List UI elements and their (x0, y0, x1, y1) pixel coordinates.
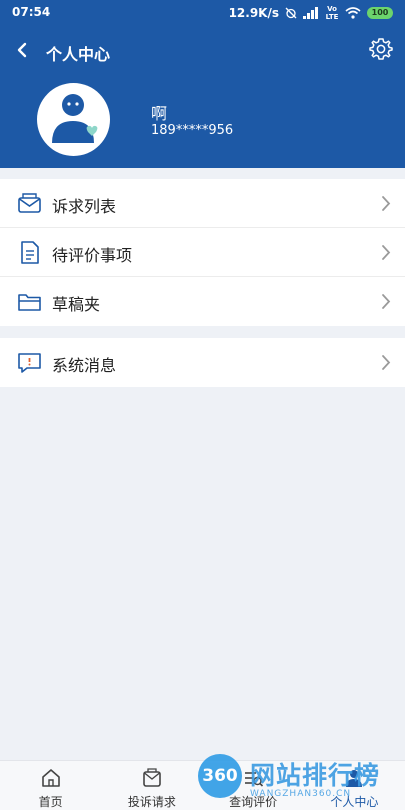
network-speed: 12.9K/s (228, 6, 279, 20)
complaint-icon (143, 768, 161, 787)
menu-item-pending-evaluation[interactable]: 待评价事项 (0, 228, 405, 277)
tab-complaint[interactable]: 投诉请求 (101, 761, 202, 810)
menu-item-system-messages[interactable]: 系统消息 (0, 338, 405, 387)
back-button[interactable] (8, 36, 36, 64)
tab-profile[interactable]: 个人中心 (304, 761, 405, 810)
person-icon (346, 770, 363, 787)
menu-label: 草稿夹 (52, 295, 101, 314)
profile-header: 07:54 12.9K/s Vo LTE 100 个人中心 啊 189*****… (0, 0, 405, 168)
tab-label: 查询评价 (229, 795, 278, 809)
message-icon (18, 353, 41, 373)
tab-label: 首页 (38, 795, 63, 809)
menu-item-drafts[interactable]: 草稿夹 (0, 277, 405, 326)
status-time: 07:54 (12, 5, 51, 19)
chevron-right-icon (382, 355, 391, 370)
nav-bar: 个人中心 (0, 30, 405, 74)
alarm-off-icon (285, 7, 297, 19)
user-name: 啊 (151, 104, 168, 123)
tab-home[interactable]: 首页 (0, 761, 101, 810)
signal-icon (303, 7, 318, 19)
chevron-left-icon (17, 42, 27, 58)
chevron-right-icon (382, 294, 391, 309)
settings-button[interactable] (367, 35, 395, 63)
page-title: 个人中心 (46, 45, 111, 64)
menu-label: 诉求列表 (52, 197, 117, 216)
tab-label: 个人中心 (330, 795, 379, 809)
volte-label: Vo LTE (325, 5, 339, 21)
chevron-right-icon (382, 245, 391, 260)
menu-group-main: 诉求列表 待评价事项 草稿夹 (0, 179, 405, 326)
tab-query[interactable]: 查询评价 (203, 761, 304, 810)
tab-label: 投诉请求 (127, 795, 176, 809)
home-icon (41, 769, 60, 787)
menu-item-appeal-list[interactable]: 诉求列表 (0, 179, 405, 228)
folder-icon (18, 294, 41, 311)
status-bar: 07:54 12.9K/s Vo LTE 100 (0, 0, 405, 26)
status-indicators: 12.9K/s Vo LTE 100 (229, 5, 393, 21)
avatar[interactable] (37, 83, 110, 156)
menu-label: 待评价事项 (52, 246, 133, 265)
battery-indicator: 100 (367, 7, 393, 19)
query-icon (245, 772, 264, 787)
envelope-icon (18, 193, 41, 213)
chevron-right-icon (382, 196, 391, 211)
user-phone: 189*****956 (151, 123, 234, 138)
bottom-tab-bar: 首页 投诉请求 查询评价 个人中心 (0, 760, 405, 810)
wifi-icon (345, 7, 361, 19)
document-icon (21, 241, 39, 264)
user-avatar-icon (52, 94, 98, 143)
menu-group-system: 系统消息 (0, 338, 405, 387)
gear-icon (369, 38, 393, 60)
menu-label: 系统消息 (52, 356, 117, 375)
